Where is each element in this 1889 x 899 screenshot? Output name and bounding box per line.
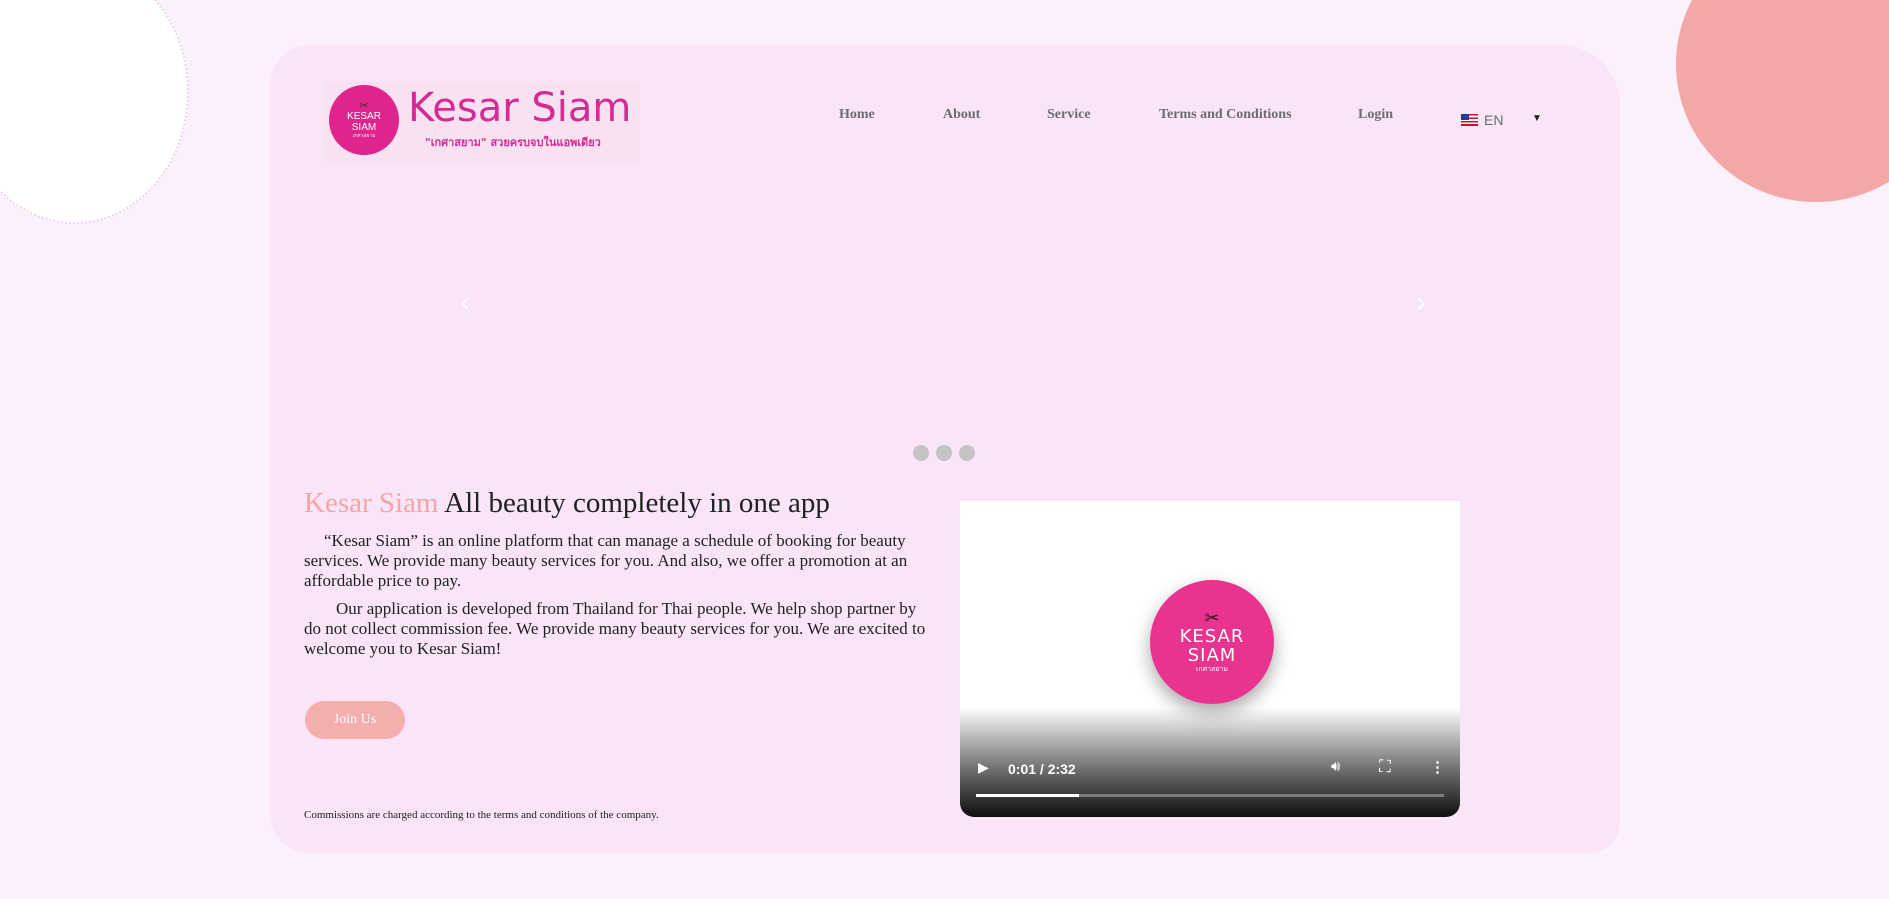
join-us-button[interactable]: Join Us (305, 701, 405, 739)
video-progress-fill (976, 794, 1079, 797)
nav-home[interactable]: Home (839, 107, 875, 123)
logo-tagline: "เกศาสยาม" สวยครบจบในแอพเดียว (425, 136, 601, 149)
video-time: 0:01 / 2:32 (1008, 761, 1076, 777)
decorative-circle-right (1676, 0, 1889, 202)
decorative-circle-left (0, 0, 189, 224)
logo-badge-sub: เกศาสยาม (352, 133, 376, 139)
carousel-dot-2[interactable] (936, 445, 952, 461)
video-logo-sub: เกศาสยาม (1196, 664, 1228, 673)
language-selector[interactable]: EN (1461, 112, 1503, 128)
carousel-prev-arrow[interactable]: ‹ (459, 289, 470, 317)
brand-logo[interactable]: ✂ KESAR SIAM เกศาสยาม Kesar Siam "เกศาสย… (325, 82, 640, 162)
caret-down-icon[interactable]: ▼ (1532, 113, 1542, 124)
page-headline: Kesar Siam All beauty completely in one … (304, 486, 830, 520)
logo-badge: ✂ KESAR SIAM เกศาสยาม (329, 85, 399, 155)
intro-paragraph-1: “Kesar Siam” is an online platform that … (304, 531, 908, 590)
video-logo: ✂ KESAR SIAM เกศาสยาม (1150, 580, 1274, 704)
carousel-dot-3[interactable] (959, 445, 975, 461)
video-logo-line2: SIAM (1187, 644, 1237, 666)
headline-text: All beauty completely in one app (438, 487, 830, 519)
intro-paragraph-2: Our application is developed from Thaila… (304, 599, 926, 658)
logo-wordmark: Kesar Siam (408, 85, 632, 131)
commission-footnote: Commissions are charged according to the… (304, 809, 659, 821)
video-player[interactable]: ✂ KESAR SIAM เกศาสยาม ▶ 0:01 / 2:32 🔊︎ ⛶… (960, 501, 1460, 817)
more-vert-icon[interactable]: ⋮ (1430, 758, 1445, 776)
carousel-dot-1[interactable] (913, 445, 929, 461)
scissors-icon: ✂ (359, 100, 369, 112)
volume-icon[interactable]: 🔊︎ (1331, 758, 1340, 775)
carousel-indicators (913, 445, 975, 461)
nav-login[interactable]: Login (1358, 107, 1393, 123)
main-card: ✂ KESAR SIAM เกศาสยาม Kesar Siam "เกศาสย… (270, 45, 1620, 853)
nav-service[interactable]: Service (1047, 107, 1091, 123)
video-progress-bar[interactable] (976, 794, 1444, 797)
language-label: EN (1484, 112, 1504, 128)
play-icon[interactable]: ▶ (978, 759, 989, 776)
us-flag-icon (1461, 114, 1478, 126)
nav-terms[interactable]: Terms and Conditions (1159, 107, 1292, 123)
fullscreen-icon[interactable]: ⛶ (1379, 757, 1391, 777)
carousel-next-arrow[interactable]: › (1416, 289, 1427, 317)
video-logo-line1: KESAR (1179, 625, 1245, 647)
headline-brand: Kesar Siam (304, 487, 439, 519)
scissors-icon: ✂ (1204, 607, 1220, 629)
logo-badge-line1: KESAR (347, 111, 381, 122)
logo-badge-line2: SIAM (351, 122, 377, 133)
nav-about[interactable]: About (943, 107, 980, 123)
